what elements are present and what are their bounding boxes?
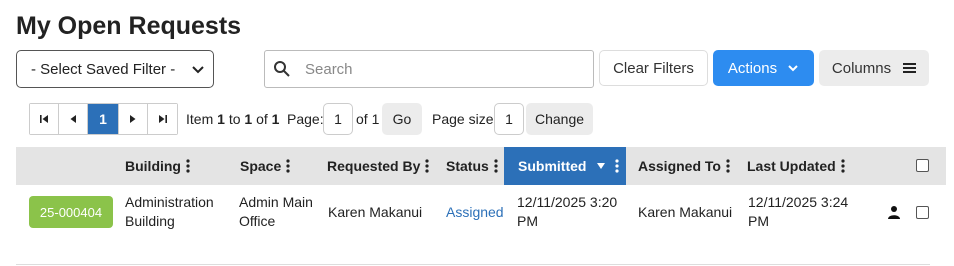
row-checkbox[interactable] <box>916 206 929 219</box>
page-button-current[interactable]: 1 <box>88 104 119 134</box>
chevron-down-icon <box>192 66 204 74</box>
clear-filters-button[interactable]: Clear Filters <box>599 50 708 86</box>
kebab-menu-icon[interactable] <box>425 159 429 173</box>
cell-submitted: 12/11/2025 3:20 PM <box>517 194 618 229</box>
page-label: Page: <box>287 111 324 127</box>
item-range-text: Item 1 to 1 of 1 <box>186 111 280 127</box>
last-page-button[interactable] <box>148 104 177 134</box>
pager: 1 <box>29 103 178 135</box>
cell-assigned-to: Karen Makanui <box>638 204 733 220</box>
kebab-menu-icon[interactable] <box>494 159 498 173</box>
page-title: My Open Requests <box>16 12 242 40</box>
kebab-menu-icon[interactable] <box>186 159 190 173</box>
search-icon <box>274 61 290 77</box>
saved-filter-select[interactable]: - Select Saved Filter - <box>16 50 214 88</box>
column-header-submitted[interactable]: Submitted <box>504 147 626 185</box>
cell-last-updated: 12/11/2025 3:24 PM <box>748 194 849 229</box>
page-of-text: of 1 <box>356 111 380 127</box>
columns-label: Columns <box>831 59 892 77</box>
prev-page-button[interactable] <box>59 104 88 134</box>
column-header-last-updated[interactable]: Last Updated <box>747 147 845 185</box>
column-header-building[interactable]: Building <box>125 147 190 185</box>
cell-requested-by: Karen Makanui <box>328 204 423 220</box>
table-header: Building Space Requested By Status Submi… <box>16 147 946 185</box>
table-row: 25-000404 Administration Building Admin … <box>16 186 946 238</box>
search-input[interactable] <box>305 60 585 78</box>
kebab-menu-icon[interactable] <box>841 159 845 173</box>
change-button[interactable]: Change <box>526 103 593 135</box>
column-header-requested-by[interactable]: Requested By <box>327 147 429 185</box>
saved-filter-value: - Select Saved Filter - <box>31 60 176 78</box>
cell-building: Administration Building <box>125 194 214 229</box>
column-header-status[interactable]: Status <box>446 147 498 185</box>
table-bottom-divider <box>16 264 930 265</box>
first-page-icon <box>40 115 48 123</box>
prev-page-icon <box>70 115 76 123</box>
actions-button[interactable]: Actions <box>713 50 814 86</box>
last-page-icon <box>158 115 167 123</box>
kebab-menu-icon[interactable] <box>726 159 730 173</box>
page-size-label: Page size: <box>432 111 498 127</box>
cell-space: Admin Main Office <box>239 194 313 229</box>
column-header-assigned-to[interactable]: Assigned To <box>638 147 730 185</box>
menu-icon <box>903 63 917 73</box>
columns-button[interactable]: Columns <box>819 50 929 86</box>
page-size-input[interactable]: 1 <box>494 103 524 135</box>
go-button[interactable]: Go <box>382 103 422 135</box>
request-id-badge[interactable]: 25-000404 <box>29 196 113 228</box>
first-page-button[interactable] <box>30 104 59 134</box>
sort-descending-icon <box>597 163 606 169</box>
chevron-down-icon <box>788 65 798 72</box>
column-header-space[interactable]: Space <box>240 147 290 185</box>
next-page-icon <box>130 115 136 123</box>
kebab-menu-icon[interactable] <box>286 159 290 173</box>
kebab-menu-icon[interactable] <box>615 159 620 173</box>
select-all-checkbox[interactable] <box>916 159 929 172</box>
user-icon[interactable] <box>887 205 901 219</box>
search-box[interactable] <box>264 50 594 88</box>
page-number-input[interactable]: 1 <box>323 103 353 135</box>
cell-status[interactable]: Assigned <box>446 203 504 222</box>
next-page-button[interactable] <box>119 104 148 134</box>
actions-label: Actions <box>727 59 778 77</box>
